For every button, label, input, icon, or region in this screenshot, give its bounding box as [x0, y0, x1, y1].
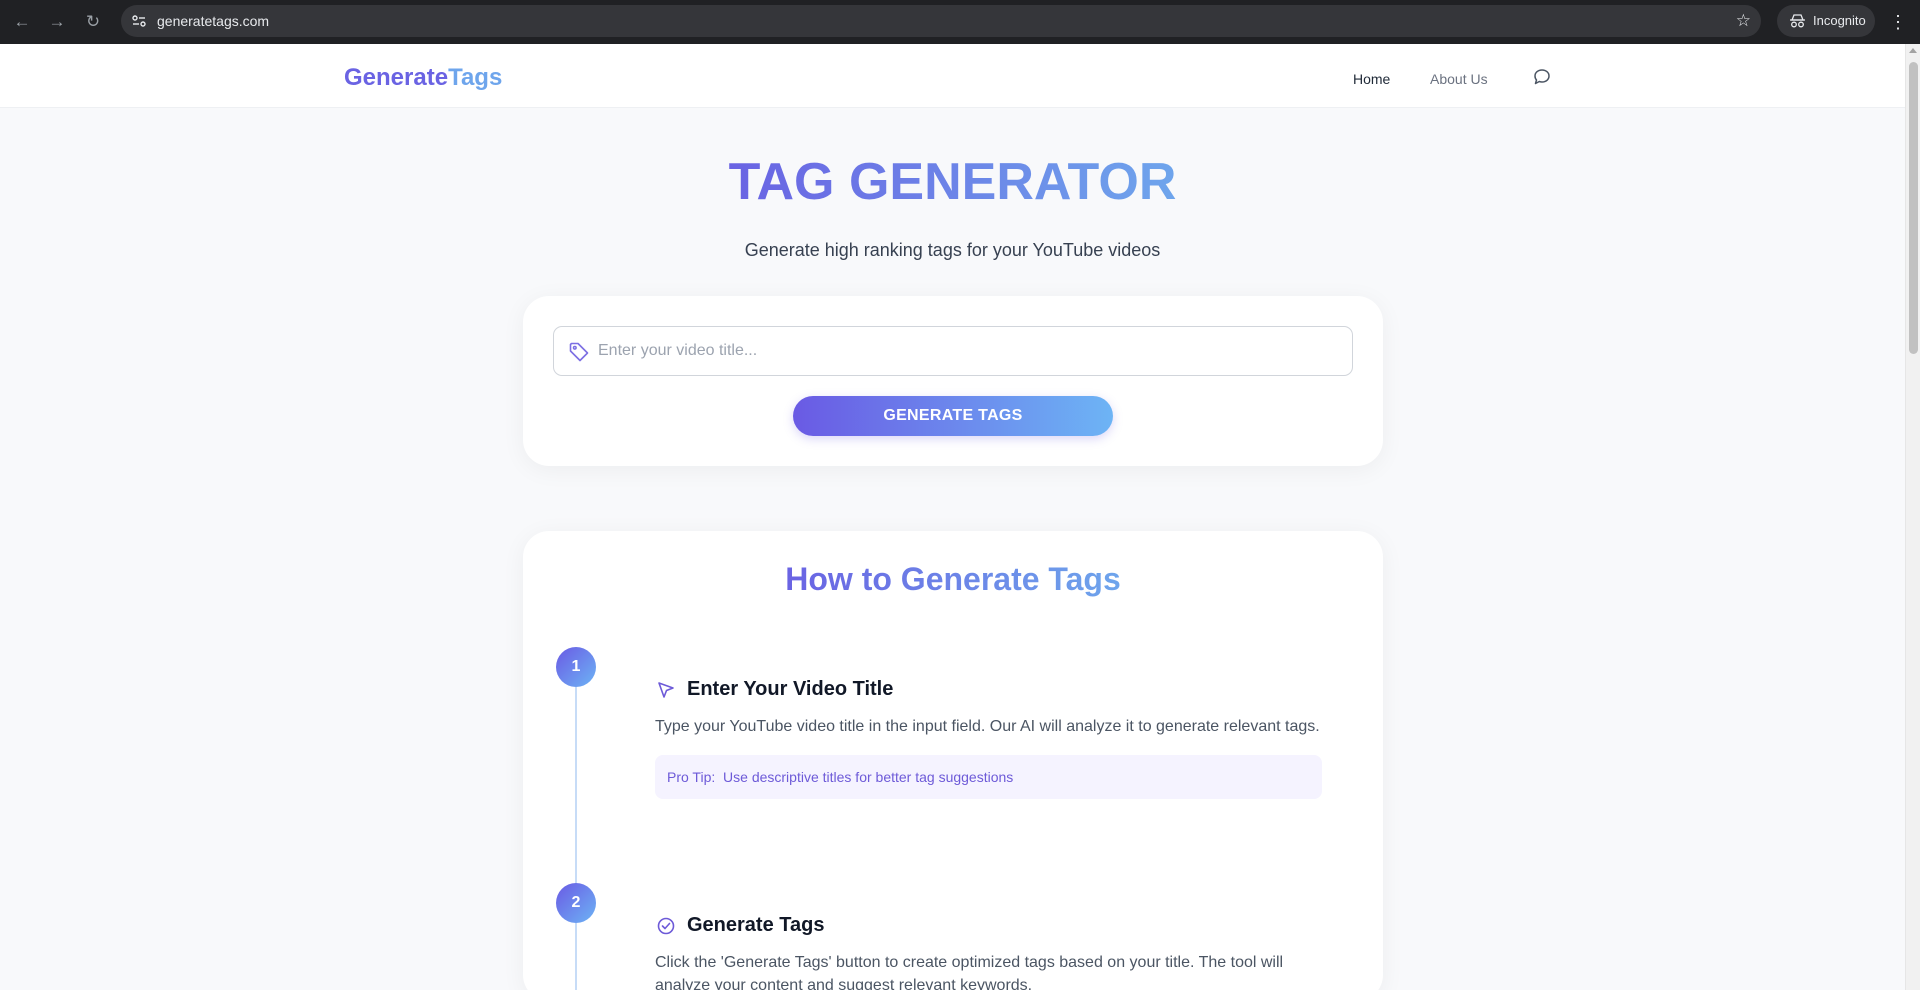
- step-2-title: Generate Tags: [687, 914, 825, 936]
- scroll-up-arrow-icon[interactable]: [1909, 48, 1917, 53]
- page-scrollbar[interactable]: [1905, 44, 1920, 990]
- step-2-description: Click the 'Generate Tags' button to crea…: [655, 954, 1284, 990]
- step-connector-line: [575, 687, 577, 885]
- step-1-description: Type your YouTube video title in the inp…: [655, 718, 1320, 735]
- reload-icon[interactable]: ↻: [79, 8, 107, 36]
- forward-arrow-icon[interactable]: →: [43, 8, 71, 36]
- tag-generator-card: GENERATE TAGS: [523, 296, 1383, 466]
- scrollbar-thumb[interactable]: [1909, 62, 1918, 354]
- how-to-title-text: How to Generate Tags: [785, 561, 1121, 597]
- generate-tags-button[interactable]: GENERATE TAGS: [793, 396, 1113, 436]
- pro-tip-box: Pro Tip: Use descriptive titles for bett…: [655, 755, 1322, 799]
- page-subtitle: Generate high ranking tags for your YouT…: [744, 240, 1161, 260]
- site-header: GenerateTags Home About Us: [0, 44, 1905, 108]
- tag-icon: [569, 342, 589, 362]
- step-2-number: 2: [556, 883, 596, 923]
- logo-part1: Generate: [344, 64, 449, 91]
- how-to-title: How to Generate Tags: [523, 561, 1383, 598]
- incognito-icon: [1790, 14, 1805, 28]
- url-text[interactable]: generatetags.com: [157, 5, 269, 37]
- page-title-text: TAG GENERATOR: [728, 153, 1177, 211]
- video-title-input[interactable]: [598, 327, 1338, 375]
- incognito-label: Incognito: [1813, 13, 1866, 28]
- nav-about-link[interactable]: About Us: [1430, 71, 1488, 87]
- cursor-arrow-icon: [658, 682, 674, 698]
- back-arrow-icon[interactable]: ←: [8, 8, 36, 36]
- logo[interactable]: GenerateTags: [344, 64, 502, 92]
- kebab-menu-icon[interactable]: ⋮: [1888, 8, 1908, 36]
- page-title: TAG GENERATOR: [0, 152, 1905, 212]
- site-settings-icon[interactable]: [131, 13, 147, 29]
- bookmark-star-icon[interactable]: ☆: [1736, 5, 1751, 37]
- pro-tip-text: Use descriptive titles for better tag su…: [723, 769, 1014, 785]
- step-connector-line: [575, 923, 577, 990]
- address-bar[interactable]: generatetags.com ☆: [121, 5, 1761, 37]
- nav-home-link[interactable]: Home: [1353, 71, 1390, 87]
- incognito-badge[interactable]: Incognito: [1777, 5, 1875, 37]
- logo-part2: Tags: [448, 64, 503, 91]
- step-1-number: 1: [556, 647, 596, 687]
- browser-toolbar: ← → ↻ generatetags.com ☆ Incognito ⋮: [0, 0, 1920, 44]
- check-circle-icon: [657, 917, 675, 935]
- how-to-card: How to Generate Tags 1 Enter Your Video …: [523, 531, 1383, 990]
- step-1-title: Enter Your Video Title: [687, 678, 894, 700]
- title-input-wrapper[interactable]: [553, 326, 1353, 376]
- pro-tip-label: Pro Tip:: [667, 769, 716, 785]
- chat-bubble-icon[interactable]: [1533, 68, 1551, 86]
